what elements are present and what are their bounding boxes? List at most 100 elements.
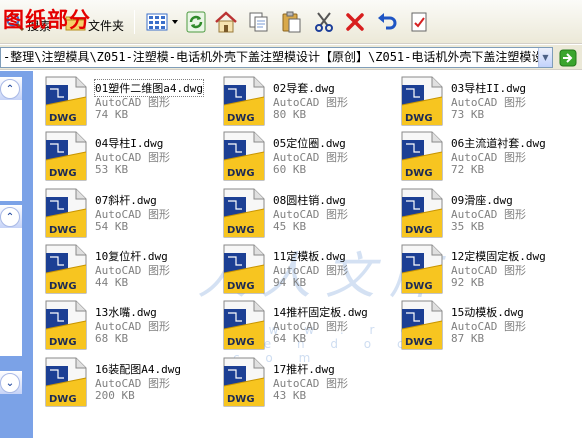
dwg-file-icon: DWG (401, 76, 443, 126)
file-size: 200 KB (95, 389, 135, 402)
dwg-icon-label: DWG (227, 113, 255, 124)
dwg-file-icon: DWG (45, 131, 87, 181)
dwg-icon-label: DWG (405, 337, 433, 348)
file-item[interactable]: DWG 12定模固定板.dwg AutoCAD 图形 92 KB (394, 241, 572, 298)
dwg-file-icon: DWG (223, 188, 265, 238)
dwg-file-icon: DWG (223, 300, 265, 350)
file-item[interactable]: DWG 13水嘴.dwg AutoCAD 图形 68 KB (38, 297, 216, 354)
refresh-button[interactable] (183, 9, 209, 35)
chevron-down-icon: ▼ (542, 53, 549, 62)
file-item[interactable]: DWG 11定模板.dwg AutoCAD 图形 94 KB (216, 241, 394, 298)
address-input[interactable]: -整理\注塑模具\Z051-注塑模-电话机外壳下盖注塑模设计【原创】\Z051-… (0, 47, 553, 68)
toolbar-separator (134, 10, 135, 34)
properties-icon (411, 12, 427, 32)
file-item[interactable]: DWG 05定位圈.dwg AutoCAD 图形 60 KB (216, 128, 394, 185)
views-button[interactable] (144, 9, 180, 35)
refresh-icon (186, 11, 206, 33)
dwg-file-icon: DWG (401, 244, 443, 294)
file-size: 80 KB (273, 108, 307, 121)
dwg-file-icon: DWG (223, 357, 265, 407)
file-item[interactable]: DWG 04导柱I.dwg AutoCAD 图形 53 KB (38, 128, 216, 185)
file-list: 人人文库 w w w . r e n r e n d o c . c o m D… (33, 71, 582, 438)
file-size: 74 KB (95, 108, 129, 121)
dwg-icon-label: DWG (405, 113, 433, 124)
file-size: 35 KB (451, 220, 485, 233)
collapse-chevron-icon[interactable]: ⌃ (0, 207, 20, 227)
dwg-icon-label: DWG (49, 168, 77, 179)
dwg-icon-label: DWG (227, 168, 255, 179)
file-size: 54 KB (95, 220, 129, 233)
file-size: 45 KB (273, 220, 307, 233)
file-item[interactable]: DWG 16装配图A4.dwg AutoCAD 图形 200 KB (38, 354, 216, 411)
paste-button[interactable] (278, 9, 304, 35)
dwg-icon-label: DWG (227, 337, 255, 348)
file-item[interactable]: DWG 17推杆.dwg AutoCAD 图形 43 KB (216, 354, 394, 411)
file-item[interactable]: DWG 10复位杆.dwg AutoCAD 图形 44 KB (38, 241, 216, 298)
clipboard-icon (282, 11, 301, 33)
dwg-icon-label: DWG (227, 225, 255, 236)
dwg-icon-label: DWG (405, 225, 433, 236)
dwg-file-icon: DWG (401, 131, 443, 181)
file-item[interactable]: DWG 07斜杆.dwg AutoCAD 图形 54 KB (38, 185, 216, 242)
address-bar: -整理\注塑模具\Z051-注塑模-电话机外壳下盖注塑模设计【原创】\Z051-… (0, 45, 582, 70)
file-item[interactable]: DWG 09滑座.dwg AutoCAD 图形 35 KB (394, 185, 572, 242)
task-pane-panel (0, 228, 22, 356)
dwg-icon-label: DWG (49, 394, 77, 405)
scissors-icon (315, 12, 333, 32)
file-item[interactable]: DWG 01塑件二维图a4.dwg AutoCAD 图形 74 KB (38, 73, 216, 130)
file-item[interactable]: DWG 06主流道衬套.dwg AutoCAD 图形 72 KB (394, 128, 572, 185)
task-pane-panel (0, 100, 22, 201)
dwg-file-icon: DWG (223, 131, 265, 181)
dwg-file-icon: DWG (45, 300, 87, 350)
address-dropdown-button[interactable]: ▼ (538, 48, 552, 67)
file-size: 94 KB (273, 276, 307, 289)
dwg-icon-label: DWG (405, 281, 433, 292)
cut-button[interactable] (311, 9, 337, 35)
copy-icon (249, 12, 268, 32)
views-icon (146, 13, 178, 31)
explorer-window: 搜索 文件夹 图纸部分 -整理\注塑模具\Z051-注塑模-电话机外壳下盖注塑模… (0, 0, 582, 438)
dwg-file-icon: DWG (45, 188, 87, 238)
undo-icon (378, 13, 397, 30)
copy-to-button[interactable] (246, 9, 272, 35)
dwg-file-icon: DWG (223, 244, 265, 294)
file-item[interactable]: DWG 02导套.dwg AutoCAD 图形 80 KB (216, 73, 394, 130)
dwg-file-icon: DWG (401, 188, 443, 238)
file-size: 43 KB (273, 389, 307, 402)
dwg-icon-label: DWG (49, 113, 77, 124)
home-icon (215, 11, 237, 33)
dwg-icon-label: DWG (49, 225, 77, 236)
dwg-file-icon: DWG (223, 76, 265, 126)
delete-button[interactable] (342, 9, 368, 35)
file-item[interactable]: DWG 03导柱II.dwg AutoCAD 图形 73 KB (394, 73, 572, 130)
dwg-icon-label: DWG (49, 281, 77, 292)
go-button[interactable] (557, 48, 579, 67)
expand-chevron-icon[interactable]: ⌄ (0, 373, 20, 393)
file-size: 87 KB (451, 332, 485, 345)
dwg-file-icon: DWG (45, 244, 87, 294)
dwg-file-icon: DWG (401, 300, 443, 350)
toolbar: 搜索 文件夹 图纸部分 (0, 0, 582, 44)
file-item[interactable]: DWG 15动模板.dwg AutoCAD 图形 87 KB (394, 297, 572, 354)
dwg-icon-label: DWG (49, 337, 77, 348)
dwg-icon-label: DWG (227, 281, 255, 292)
folders-label[interactable]: 文件夹 (88, 17, 124, 34)
home-button[interactable] (213, 9, 239, 35)
overlay-title: 图纸部分 (3, 8, 91, 32)
file-size: 72 KB (451, 163, 485, 176)
file-size: 44 KB (95, 276, 129, 289)
go-arrow-icon (559, 49, 577, 66)
undo-button[interactable] (373, 9, 399, 35)
file-size: 73 KB (451, 108, 485, 121)
file-size: 92 KB (451, 276, 485, 289)
file-size: 60 KB (273, 163, 307, 176)
file-item[interactable]: DWG 14推杆固定板.dwg AutoCAD 图形 64 KB (216, 297, 394, 354)
collapse-chevron-icon[interactable]: ⌃ (0, 79, 20, 99)
dwg-icon-label: DWG (405, 168, 433, 179)
dwg-file-icon: DWG (45, 76, 87, 126)
delete-x-icon (346, 13, 364, 31)
file-size: 53 KB (95, 163, 129, 176)
properties-button[interactable] (406, 9, 432, 35)
file-item[interactable]: DWG 08圆柱销.dwg AutoCAD 图形 45 KB (216, 185, 394, 242)
dwg-icon-label: DWG (227, 394, 255, 405)
